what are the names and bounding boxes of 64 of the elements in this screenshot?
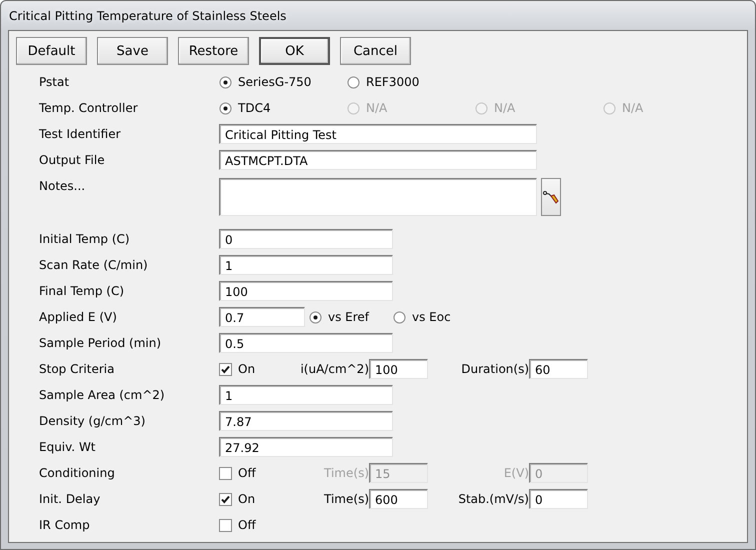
input-field[interactable]: 600 <box>369 489 428 509</box>
input-field[interactable]: 27.92 <box>219 437 393 457</box>
notes-field[interactable] <box>219 178 537 216</box>
input-field[interactable]: 0 <box>219 229 393 249</box>
input-field[interactable]: Critical Pitting Test <box>219 124 537 144</box>
input-field[interactable]: 60 <box>529 359 588 379</box>
input-field[interactable]: 7.87 <box>219 411 393 431</box>
checkbox-label[interactable]: On <box>238 492 256 506</box>
dialog-button[interactable]: Cancel <box>340 37 411 65</box>
dialog-button[interactable]: Restore <box>178 37 249 65</box>
radio-button[interactable] <box>309 310 322 324</box>
field-label: Sample Period (min) <box>39 336 162 350</box>
radio-label[interactable]: vs Eoc <box>412 310 451 324</box>
field-label: Stab.(mV/s) <box>458 492 529 506</box>
field-label: Output File <box>39 153 106 167</box>
dialog-button[interactable]: Default <box>16 37 87 65</box>
radio-label[interactable]: SeriesG-750 <box>238 75 312 89</box>
dialog-button[interactable]: OK <box>259 37 330 65</box>
field-label: Time(s) <box>324 466 369 480</box>
checkbox-label[interactable]: Off <box>238 466 256 480</box>
checkbox[interactable] <box>219 518 232 532</box>
radio-button[interactable] <box>219 102 232 114</box>
input-field[interactable]: 0.7 <box>219 307 305 327</box>
input-field[interactable]: ASTMCPT.DTA <box>219 150 537 170</box>
checkbox-label[interactable]: Off <box>238 518 256 532</box>
input-field[interactable]: 100 <box>369 359 428 379</box>
field-label: Init. Delay <box>39 492 102 506</box>
checkbox[interactable] <box>219 492 232 506</box>
field-label: Pstat <box>39 75 70 89</box>
checkbox-label[interactable]: On <box>238 362 256 376</box>
window-title: Critical Pitting Temperature of Stainless Steels <box>8 8 288 24</box>
field-label: Time(s) <box>324 492 369 506</box>
field-label: Stop Criteria <box>39 362 116 376</box>
field-label: Applied E (V) <box>39 310 118 324</box>
radio-label[interactable]: TDC4 <box>238 101 271 115</box>
field-label: IR Comp <box>39 518 91 532</box>
input-field[interactable]: 1 <box>219 255 393 275</box>
checkbox[interactable] <box>219 466 232 480</box>
probe-icon <box>543 190 559 204</box>
field-label: Density (g/cm^3) <box>39 414 146 428</box>
field-label: Conditioning <box>39 466 116 480</box>
field-label: E(V) <box>504 466 529 480</box>
field-label: Equiv. Wt <box>39 440 97 454</box>
radio-label[interactable]: vs Eref <box>328 310 370 324</box>
input-field[interactable]: 1 <box>219 385 393 405</box>
input-field[interactable]: 0 <box>529 489 588 509</box>
field-label: Notes... <box>39 178 86 193</box>
input-field[interactable]: 0.5 <box>219 333 393 353</box>
field-label: Duration(s) <box>461 362 529 376</box>
input-field[interactable]: 100 <box>219 281 393 301</box>
radio-button[interactable] <box>347 76 360 88</box>
field-label: Sample Area (cm^2) <box>39 388 166 402</box>
notes-button[interactable] <box>541 178 561 216</box>
dialog-button[interactable]: Save <box>97 37 168 65</box>
field-label: Scan Rate (C/min) <box>39 258 149 272</box>
field-label: Temp. Controller <box>39 101 139 115</box>
field-label: i(uA/cm^2) <box>300 362 369 376</box>
checkbox[interactable] <box>219 362 232 376</box>
field-label: Initial Temp (C) <box>39 232 131 246</box>
field-label: Final Temp (C) <box>39 284 126 298</box>
field-label: Test Identifier <box>39 127 122 141</box>
radio-label[interactable]: REF3000 <box>366 75 420 89</box>
radio-button[interactable] <box>393 310 406 324</box>
radio-button[interactable] <box>219 76 232 88</box>
